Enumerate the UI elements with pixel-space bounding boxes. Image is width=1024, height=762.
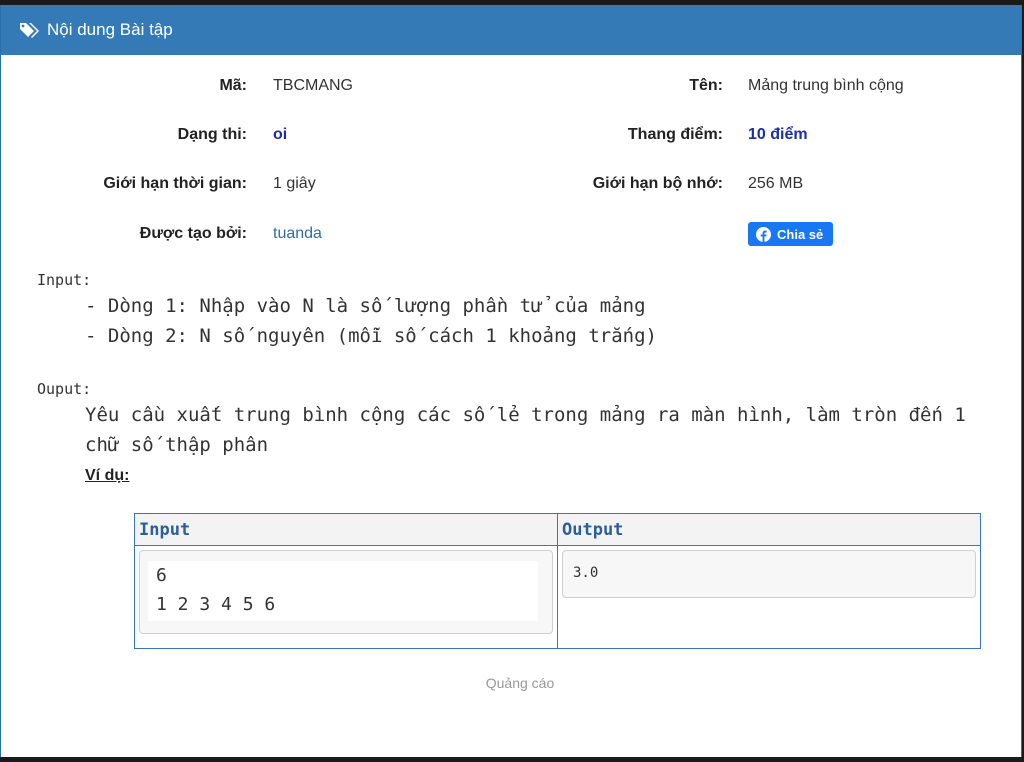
tags-icon (19, 21, 41, 39)
input-desc-line-1: - Dòng 1: Nhập vào N là số lượng phần tử… (85, 295, 646, 317)
facebook-icon (756, 226, 771, 242)
example-input-header: Input (135, 514, 557, 546)
output-desc-line-1: Yêu cầu xuất trung bình cộng các số lẻ t… (85, 404, 966, 426)
info-row-limits: Giới hạn thời gian: 1 giây Giới hạn bộ n… (1, 175, 1021, 199)
example-input-box[interactable]: 6 1 2 3 4 5 6 (139, 550, 553, 634)
time-limit-label: Giới hạn thời gian: (103, 175, 247, 192)
output-desc-line-2: chữ số thập phân (85, 434, 269, 456)
example-input-line-2: 1 2 3 4 5 6 (156, 594, 276, 615)
example-output-box[interactable]: 3.0 (562, 550, 976, 598)
example-label: Ví dụ: (85, 467, 130, 484)
example-input-line-1: 6 (156, 565, 167, 586)
panel-header: Nội dung Bài tập (1, 5, 1021, 55)
problem-panel: Nội dung Bài tập Mã: TBCMANG Tên: Mảng t… (0, 5, 1022, 757)
share-label: Chia sẻ (777, 226, 824, 242)
info-row-author-share: Được tạo bởi: tuanda Chia sẻ (1, 222, 1021, 249)
example-table: Input 6 1 2 3 4 5 6 Output 3.0 (134, 513, 981, 649)
score-label: Thang điểm: (627, 126, 723, 143)
example-output-header: Output (558, 514, 980, 546)
panel-title: Nội dung Bài tập (47, 20, 173, 39)
score-value: 10 điểm (748, 126, 808, 143)
author-label: Được tạo bởi: (139, 225, 247, 242)
memory-limit-value: 256 MB (748, 175, 804, 192)
info-row-type-score: Dạng thi: oi Thang điểm: 10 điểm (1, 126, 1021, 150)
example-output-column: Output 3.0 (558, 514, 980, 648)
example-output-value: 3.0 (573, 565, 599, 581)
input-section-label: Input: (37, 271, 92, 289)
share-button[interactable]: Chia sẻ (748, 222, 834, 246)
output-section-label: Ouput: (37, 380, 92, 398)
info-row-code-name: Mã: TBCMANG Tên: Mảng trung bình cộng (1, 77, 1021, 101)
type-label: Dạng thi: (177, 126, 247, 143)
ad-label: Quảng cáo (485, 675, 555, 691)
time-limit-value: 1 giây (273, 175, 316, 192)
name-label: Tên: (689, 77, 723, 94)
example-input-content: 6 1 2 3 4 5 6 (148, 561, 538, 621)
type-value: oi (273, 126, 288, 143)
author-link[interactable]: tuanda (273, 225, 322, 243)
example-input-column: Input 6 1 2 3 4 5 6 (135, 514, 558, 648)
problem-info: Mã: TBCMANG Tên: Mảng trung bình cộng Dạ… (1, 55, 1021, 260)
memory-limit-label: Giới hạn bộ nhớ: (592, 175, 723, 192)
name-value: Mảng trung bình cộng (748, 77, 904, 94)
code-value: TBCMANG (273, 77, 353, 94)
code-label: Mã: (219, 77, 247, 94)
input-desc-line-2: - Dòng 2: N số nguyên (mỗi số cách 1 kho… (85, 325, 657, 347)
